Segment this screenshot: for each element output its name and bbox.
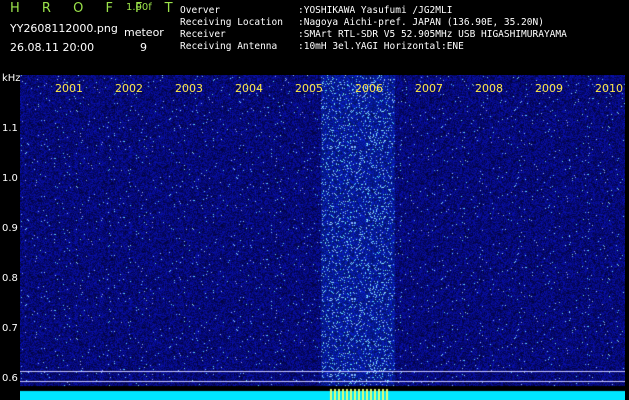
minute-label: 2004 <box>235 82 263 95</box>
minute-label: 2006 <box>355 82 383 95</box>
minute-label: 2005 <box>295 82 323 95</box>
app-version: 1.00f <box>126 2 152 13</box>
hrofft-screen: H R O F F T 1.00f YY2608112000.png 26.08… <box>0 0 629 400</box>
meteor-count: 9 <box>140 41 147 54</box>
minute-label: 2010 <box>595 82 623 95</box>
info-location: Receiving Location:Nagoya Aichi-pref. JA… <box>180 17 544 28</box>
info-receiver: Receiver:SMArt RTL-SDR V5 52.905MHz USB … <box>180 29 567 40</box>
minute-label: 2001 <box>55 82 83 95</box>
spectrogram-canvas <box>20 75 625 400</box>
image-filename: YY2608112000.png <box>10 22 118 35</box>
y-tick: 0.7 <box>2 323 18 334</box>
y-tick: 1.0 <box>2 173 18 184</box>
minute-label: 2002 <box>115 82 143 95</box>
y-tick: 0.9 <box>2 223 18 234</box>
timestamp: 26.08.11 20:00 <box>10 41 95 54</box>
info-antenna: Receiving Antenna:10mH 3el.YAGI Horizont… <box>180 41 464 52</box>
y-tick: 0.6 <box>2 373 18 384</box>
meteor-label: meteor <box>124 26 164 39</box>
minute-label: 2009 <box>535 82 563 95</box>
minute-label: 2007 <box>415 82 443 95</box>
info-observer: Overver:YOSHIKAWA Yasufumi /JG2MLI <box>180 5 453 16</box>
minute-label: 2003 <box>175 82 203 95</box>
y-tick: 0.8 <box>2 273 18 284</box>
y-unit-label: kHz <box>2 73 21 84</box>
minute-label: 2008 <box>475 82 503 95</box>
app-title: H R O F F T <box>10 1 182 16</box>
y-tick: 1.1 <box>2 123 18 134</box>
